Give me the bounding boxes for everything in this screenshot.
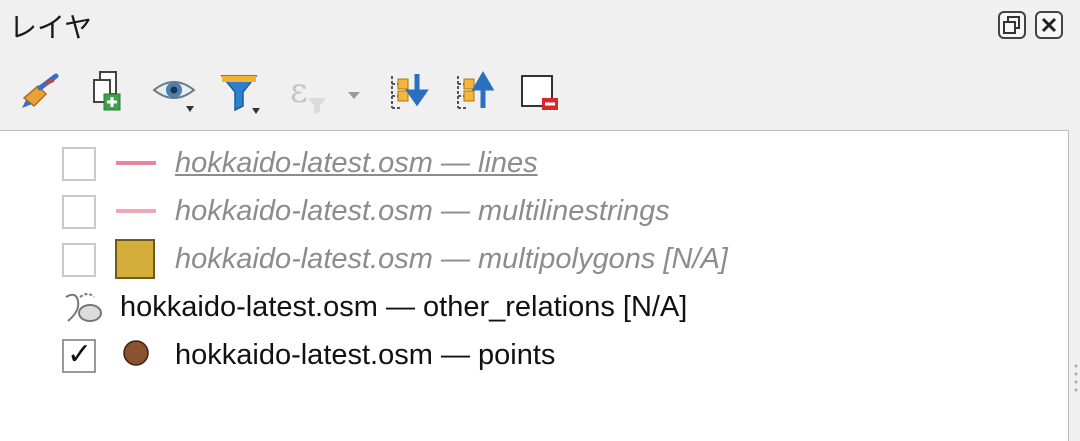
layer-tree: hokkaido-latest.osm — lines hokkaido-lat… <box>0 130 1069 441</box>
add-group-button[interactable] <box>84 68 132 116</box>
collapse-all-button[interactable] <box>450 68 498 116</box>
expand-all-icon <box>391 74 429 109</box>
polygon-symbol-icon <box>114 239 158 279</box>
filter-legend-icon <box>220 75 260 114</box>
point-symbol-icon <box>118 335 162 375</box>
manage-visibility-button[interactable] <box>150 68 198 116</box>
line-symbol-icon <box>114 143 158 183</box>
layer-row-other-relations[interactable]: hokkaido-latest.osm — other_relations [N… <box>0 283 1060 331</box>
layer-row-multilinestrings[interactable]: hokkaido-latest.osm — multilinestrings <box>0 187 1060 235</box>
layer-label: hokkaido-latest.osm — multipolygons [N/A… <box>175 243 728 275</box>
remove-layer-button[interactable] <box>516 68 564 116</box>
checkmark-icon: ✓ <box>67 337 93 372</box>
panel-titlebar: レイヤ <box>0 0 1080 52</box>
geometry-collection-icon <box>62 287 106 327</box>
layer-visibility-checkbox[interactable] <box>62 147 96 181</box>
layers-toolbar: ε <box>0 60 1080 122</box>
layer-row-lines[interactable]: hokkaido-latest.osm — lines <box>0 139 1060 187</box>
resize-grip[interactable] <box>1072 360 1080 400</box>
layer-visibility-checkbox[interactable] <box>62 195 96 229</box>
layer-visibility-checkbox[interactable] <box>62 243 96 277</box>
layer-row-points[interactable]: ✓ hokkaido-latest.osm — points <box>0 331 1060 379</box>
style-manager-button[interactable] <box>16 68 64 116</box>
filter-by-expression-icon: ε <box>290 71 360 114</box>
layer-label: hokkaido-latest.osm — points <box>175 339 556 371</box>
add-group-icon <box>93 71 121 111</box>
float-button[interactable] <box>998 11 1026 39</box>
filter-legend-button[interactable] <box>216 68 264 116</box>
style-manager-icon <box>22 73 59 108</box>
layer-visibility-checkbox[interactable]: ✓ <box>62 337 96 373</box>
manage-visibility-icon <box>152 81 196 112</box>
panel-title: レイヤ <box>9 11 93 44</box>
layer-label: hokkaido-latest.osm — lines <box>175 147 538 179</box>
close-button[interactable] <box>1035 11 1063 39</box>
filter-by-expression-button[interactable]: ε <box>286 68 366 116</box>
expand-all-button[interactable] <box>384 68 432 116</box>
float-icon <box>1003 16 1020 34</box>
layer-label: hokkaido-latest.osm — other_relations [N… <box>120 291 688 323</box>
collapse-all-icon <box>457 71 495 109</box>
close-icon <box>1041 17 1057 33</box>
line-symbol-icon <box>114 191 158 231</box>
remove-layer-icon <box>521 75 558 110</box>
layer-label: hokkaido-latest.osm — multilinestrings <box>175 195 670 227</box>
svg-text:ε: ε <box>290 71 308 111</box>
layer-row-multipolygons[interactable]: hokkaido-latest.osm — multipolygons [N/A… <box>0 235 1060 283</box>
